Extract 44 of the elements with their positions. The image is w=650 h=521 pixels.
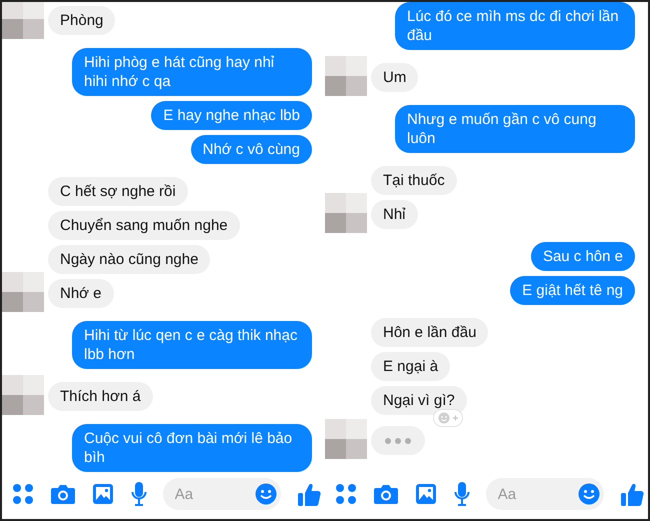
typing-indicator xyxy=(371,426,425,455)
apps-icon[interactable] xyxy=(335,483,357,505)
blurred-avatar xyxy=(2,2,44,39)
image-icon[interactable] xyxy=(92,483,114,505)
message-bubble: Nhớ e xyxy=(48,279,114,308)
emoji-icon[interactable] xyxy=(578,483,600,505)
blurred-avatar xyxy=(2,272,44,312)
message-bubble: Hôn e lần đầu xyxy=(371,318,488,347)
camera-icon[interactable] xyxy=(373,483,400,505)
message-bubble: Nhỉ xyxy=(371,200,418,229)
message-bubble: Nhớ c vô cùng xyxy=(190,135,312,164)
message-field[interactable]: Aa xyxy=(162,478,281,510)
message-bubble: Lúc đó ce mìh ms dc đi chơi lần đầu xyxy=(395,2,635,50)
message-bubble: E giật hết tê ng xyxy=(510,276,635,305)
blurred-avatar xyxy=(325,56,367,96)
thumbs-up-icon[interactable] xyxy=(620,482,644,506)
message-field[interactable]: Aa xyxy=(486,478,604,510)
apps-icon[interactable] xyxy=(12,483,34,505)
message-bubble: Ngày nào cũng nghe xyxy=(48,245,210,274)
emoji-icon[interactable] xyxy=(254,483,277,505)
blurred-avatar xyxy=(325,193,367,233)
message-bubble: Hihi phòg e hát cũng hay nhỉ hihi nhớ c qa xyxy=(72,48,312,96)
message-bubble: Tại thuốc xyxy=(371,166,457,195)
message-bubble: E ngại à xyxy=(371,352,450,381)
message-bubble: C hết sợ nghe rồi xyxy=(48,177,188,206)
thumbs-up-icon[interactable] xyxy=(296,482,321,506)
message-bubble: E hay nghe nhạc lbb xyxy=(151,101,312,130)
message-bubble: Chuyển sang muốn nghe xyxy=(48,211,240,240)
microphone-icon[interactable] xyxy=(130,481,147,507)
image-icon[interactable] xyxy=(415,483,438,505)
message-input[interactable]: Aa xyxy=(498,486,578,502)
message-bubble: Hihi từ lúc qen c e càg thik nhạc lbb hơn xyxy=(72,321,312,369)
message-bubble: Sau c hôn e xyxy=(530,242,635,271)
message-bubble: Um xyxy=(371,63,418,92)
message-bubble: Nhưg e muốn gần c vô cung luôn xyxy=(395,105,635,153)
message-bubble: Thích hơn á xyxy=(48,382,153,411)
message-bubble: Phòng xyxy=(48,6,116,35)
message-bubble: Cuộc vui cô đơn bài mới lê bảo bìh xyxy=(72,424,312,472)
camera-icon[interactable] xyxy=(50,483,76,505)
microphone-icon[interactable] xyxy=(454,481,470,507)
blurred-avatar xyxy=(2,375,44,415)
blurred-avatar xyxy=(325,419,367,459)
message-input[interactable]: Aa xyxy=(174,486,255,502)
message-bubble: Ngại vì gì? xyxy=(371,386,467,415)
